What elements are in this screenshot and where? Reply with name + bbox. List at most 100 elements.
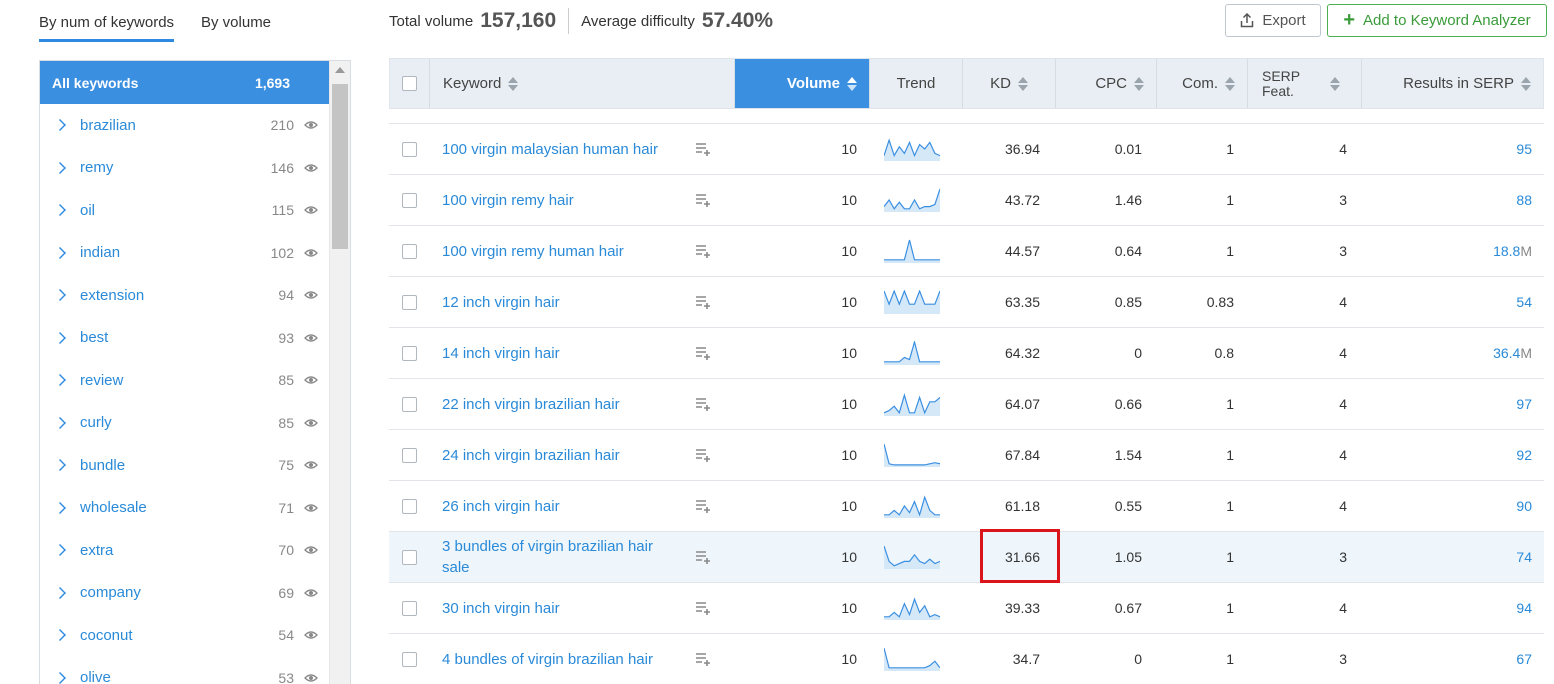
keyword-link[interactable]: 22 inch virgin brazilian hair — [442, 379, 677, 429]
row-checkbox[interactable] — [402, 192, 417, 208]
chevron-right-icon[interactable] — [54, 416, 66, 429]
row-checkbox[interactable] — [402, 447, 417, 463]
header-serp-features[interactable]: SERP Feat. — [1248, 59, 1362, 108]
header-volume[interactable]: Volume — [735, 59, 870, 108]
eye-icon[interactable] — [304, 503, 318, 513]
header-kd[interactable]: KD — [963, 59, 1056, 108]
keyword-link[interactable]: 100 virgin malaysian human hair — [442, 124, 677, 174]
results-in-serp-link[interactable]: 18.8 M — [1364, 226, 1532, 276]
keyword-link[interactable]: 14 inch virgin hair — [442, 328, 677, 378]
keyword-link[interactable]: 24 inch virgin brazilian hair — [442, 430, 677, 480]
keyword-link[interactable]: 26 inch virgin hair — [442, 481, 677, 531]
sidebar-group-item[interactable]: indian 102 — [40, 232, 330, 275]
chevron-right-icon[interactable] — [54, 374, 66, 387]
keyword-link[interactable]: 3 bundles of virgin brazilian hair sale — [442, 532, 677, 582]
chevron-right-icon[interactable] — [54, 161, 66, 174]
keyword-link[interactable]: 100 virgin remy hair — [442, 175, 677, 225]
row-checkbox[interactable] — [402, 396, 417, 412]
results-in-serp-link[interactable]: 90 — [1364, 481, 1532, 531]
add-to-list-icon[interactable] — [695, 583, 711, 633]
chevron-right-icon[interactable] — [54, 629, 66, 642]
sidebar-group-item[interactable]: curly 85 — [40, 402, 330, 445]
scrollbar-thumb[interactable] — [332, 84, 348, 249]
add-to-list-icon[interactable] — [695, 634, 711, 684]
add-to-keyword-analyzer-button[interactable]: + Add to Keyword Analyzer — [1327, 4, 1547, 37]
row-checkbox[interactable] — [402, 600, 417, 616]
sidebar-group-item[interactable]: review 85 — [40, 359, 330, 402]
keyword-link[interactable]: 12 inch virgin hair — [442, 277, 677, 327]
row-checkbox[interactable] — [402, 141, 417, 157]
sidebar-group-item[interactable]: extension 94 — [40, 274, 330, 317]
chevron-right-icon[interactable] — [54, 204, 66, 217]
add-to-list-icon[interactable] — [695, 175, 711, 225]
sidebar-group-item[interactable]: bundle 75 — [40, 444, 330, 487]
results-in-serp-link[interactable]: 54 — [1364, 277, 1532, 327]
add-to-list-icon[interactable] — [695, 277, 711, 327]
eye-icon[interactable] — [304, 375, 318, 385]
sidebar-group-item[interactable]: extra 70 — [40, 529, 330, 572]
eye-icon[interactable] — [304, 163, 318, 173]
sidebar-group-item[interactable]: brazilian 210 — [40, 104, 330, 147]
scroll-up-arrow-icon[interactable] — [335, 67, 345, 73]
sidebar-group-item[interactable]: company 69 — [40, 572, 330, 615]
add-to-list-icon[interactable] — [695, 226, 711, 276]
tab-by-num-of-keywords[interactable]: By num of keywords — [39, 14, 175, 42]
select-all-checkbox[interactable] — [402, 76, 417, 91]
header-results-in-serp[interactable]: Results in SERP — [1362, 59, 1543, 108]
keyword-link[interactable]: 4 bundles of virgin brazilian hair — [442, 634, 677, 684]
chevron-right-icon[interactable] — [54, 289, 66, 302]
all-keywords-item[interactable]: All keywords 1,693 — [40, 61, 330, 104]
chevron-right-icon[interactable] — [54, 119, 66, 132]
chevron-right-icon[interactable] — [54, 671, 66, 684]
row-checkbox[interactable] — [402, 651, 417, 667]
eye-icon[interactable] — [304, 673, 318, 683]
eye-icon[interactable] — [304, 205, 318, 215]
eye-icon[interactable] — [304, 248, 318, 258]
results-in-serp-link[interactable]: 74 — [1364, 532, 1532, 582]
results-in-serp-link[interactable]: 95 — [1364, 124, 1532, 174]
eye-icon[interactable] — [304, 333, 318, 343]
header-competition[interactable]: Com. — [1157, 59, 1248, 108]
results-in-serp-link[interactable]: 36.4 M — [1364, 328, 1532, 378]
row-checkbox[interactable] — [402, 498, 417, 514]
eye-icon[interactable] — [304, 418, 318, 428]
results-in-serp-link[interactable]: 92 — [1364, 430, 1532, 480]
sidebar-group-item[interactable]: olive 53 — [40, 657, 330, 684]
chevron-right-icon[interactable] — [54, 544, 66, 557]
tab-by-volume[interactable]: By volume — [201, 14, 271, 31]
chevron-right-icon[interactable] — [54, 331, 66, 344]
sidebar-group-item[interactable]: wholesale 71 — [40, 487, 330, 530]
sidebar-group-item[interactable]: oil 115 — [40, 189, 330, 232]
chevron-right-icon[interactable] — [54, 459, 66, 472]
add-to-list-icon[interactable] — [695, 532, 711, 582]
row-checkbox[interactable] — [402, 294, 417, 310]
eye-icon[interactable] — [304, 290, 318, 300]
header-cpc[interactable]: CPC — [1056, 59, 1157, 108]
add-to-list-icon[interactable] — [695, 379, 711, 429]
chevron-right-icon[interactable] — [54, 501, 66, 514]
row-checkbox[interactable] — [402, 345, 417, 361]
header-keyword[interactable]: Keyword — [430, 59, 735, 108]
add-to-list-icon[interactable] — [695, 124, 711, 174]
sidebar-scrollbar[interactable] — [329, 61, 350, 684]
sidebar-group-item[interactable]: remy 146 — [40, 147, 330, 190]
sidebar-group-item[interactable]: best 93 — [40, 317, 330, 360]
sidebar-group-item[interactable]: coconut 54 — [40, 614, 330, 657]
eye-icon[interactable] — [304, 460, 318, 470]
results-in-serp-link[interactable]: 97 — [1364, 379, 1532, 429]
add-to-list-icon[interactable] — [695, 328, 711, 378]
eye-icon[interactable] — [304, 630, 318, 640]
results-in-serp-link[interactable]: 94 — [1364, 583, 1532, 633]
chevron-right-icon[interactable] — [54, 586, 66, 599]
row-checkbox[interactable] — [402, 243, 417, 259]
add-to-list-icon[interactable] — [695, 430, 711, 480]
keyword-link[interactable]: 30 inch virgin hair — [442, 583, 677, 633]
eye-icon[interactable] — [304, 588, 318, 598]
keyword-link[interactable]: 100 virgin remy human hair — [442, 226, 677, 276]
results-in-serp-link[interactable]: 88 — [1364, 175, 1532, 225]
export-button[interactable]: Export — [1225, 4, 1321, 37]
eye-icon[interactable] — [304, 545, 318, 555]
add-to-list-icon[interactable] — [695, 481, 711, 531]
row-checkbox[interactable] — [402, 549, 417, 565]
chevron-right-icon[interactable] — [54, 246, 66, 259]
